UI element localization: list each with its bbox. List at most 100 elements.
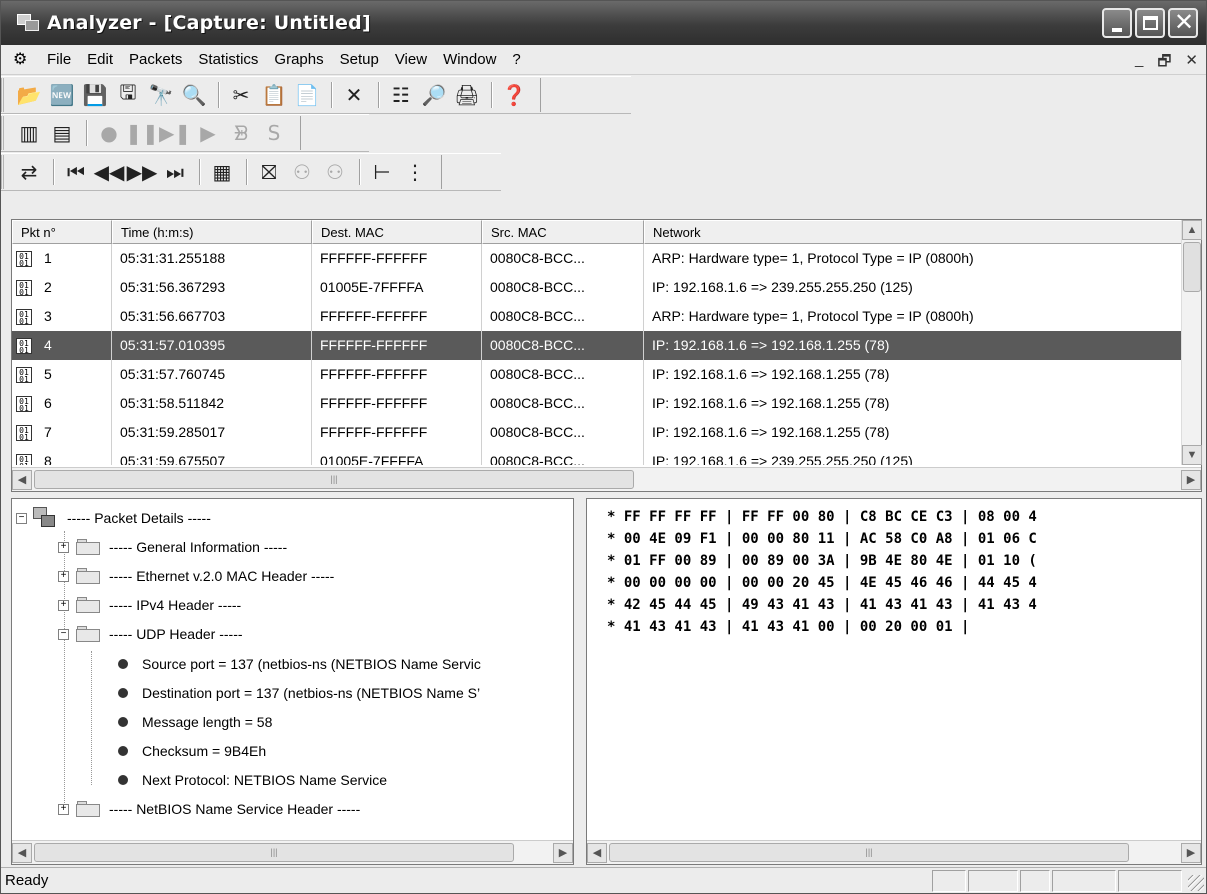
- tree-node-udp-header[interactable]: − ----- UDP Header -----: [58, 623, 243, 645]
- cut-icon[interactable]: ✂: [226, 81, 256, 109]
- tree-expand-icon[interactable]: ⊢: [367, 158, 397, 186]
- collapse-toggle-icon[interactable]: −: [16, 512, 27, 524]
- expand-toggle-icon[interactable]: +: [58, 599, 69, 611]
- print-preview-icon[interactable]: 🔎: [419, 81, 449, 109]
- scroll-right-arrow-icon[interactable]: ▶: [1181, 469, 1201, 490]
- tree-node-netbios-header[interactable]: + ----- NetBIOS Name Service Header ----…: [58, 798, 360, 820]
- table-row[interactable]: 01 01 5 05:31:57.760745 FFFFFF-FFFFFF 0080…: [12, 360, 1182, 389]
- tree-leaf-message-length[interactable]: Message length = 58: [118, 711, 272, 733]
- tree-node-ethernet-header[interactable]: + ----- Ethernet v.2.0 MAC Header -----: [58, 565, 334, 587]
- copy-icon[interactable]: 📋: [259, 81, 289, 109]
- minimize-button[interactable]: [1102, 8, 1132, 38]
- tree-leaf-source-port[interactable]: Source port = 137 (netbios-ns (NETBIOS N…: [118, 653, 481, 675]
- tree-leaf-checksum[interactable]: Checksum = 9B4Eh: [118, 740, 266, 762]
- column-time[interactable]: Time (h:m:s): [112, 220, 312, 244]
- table-row[interactable]: 01 01 3 05:31:56.667703 FFFFFF-FFFFFF 0080…: [12, 302, 1182, 331]
- play-icon[interactable]: ▶: [193, 119, 223, 147]
- scroll-left-arrow-icon[interactable]: ◀: [12, 842, 32, 863]
- hex-dump-pane[interactable]: * FF FF FF FF | FF FF 00 80 | C8 BC CE C…: [586, 498, 1202, 865]
- column-network[interactable]: Network: [644, 220, 1182, 244]
- resize-grip-icon[interactable]: [1188, 875, 1204, 891]
- menu-file[interactable]: File: [39, 51, 79, 68]
- packet-list-horizontal-scrollbar[interactable]: ◀ ||| ▶: [12, 467, 1201, 491]
- scroll-right-arrow-icon[interactable]: ▶: [1181, 842, 1201, 863]
- expand-toggle-icon[interactable]: +: [58, 541, 69, 553]
- step-icon[interactable]: ▶❚: [159, 119, 191, 147]
- column-packet-number[interactable]: Pkt n°: [12, 220, 112, 244]
- save-as-icon[interactable]: 🖫: [113, 80, 143, 109]
- menu-edit[interactable]: Edit: [79, 51, 121, 68]
- table-row[interactable]: 01018 05:31:59.675507 01005E-7FFFFA 0080…: [12, 447, 1182, 465]
- tree-root[interactable]: − ----- Packet Details -----: [16, 507, 211, 529]
- tree-leaf-destination-port[interactable]: Destination port = 137 (netbios-ns (NETB…: [118, 682, 480, 704]
- find-icon[interactable]: 🔭: [146, 81, 176, 109]
- open-folder-icon[interactable]: 📂: [14, 81, 44, 109]
- horizontal-scroll-thumb[interactable]: |||: [34, 470, 634, 489]
- next-packet-icon[interactable]: ▶▶: [127, 158, 158, 186]
- menu-window[interactable]: Window: [435, 51, 504, 68]
- menu-view[interactable]: View: [387, 51, 435, 68]
- horizontal-scroll-thumb[interactable]: |||: [609, 843, 1129, 862]
- capture-options-icon[interactable]: ▤: [47, 119, 77, 147]
- last-packet-icon[interactable]: ⏭: [160, 158, 190, 186]
- hex-horizontal-scrollbar[interactable]: ◀ ||| ▶: [587, 840, 1201, 864]
- properties-icon[interactable]: ☷: [386, 81, 416, 109]
- tree-horizontal-scrollbar[interactable]: ◀ ||| ▶: [12, 840, 573, 864]
- mdi-restore-button[interactable]: 🗗: [1157, 51, 1171, 76]
- first-packet-icon[interactable]: ⏮: [61, 158, 91, 186]
- table-row[interactable]: 01 01 2 05:31:56.367293 01005E-7FFFFA 0080…: [12, 273, 1182, 302]
- table-row[interactable]: 01 01 6 05:31:58.511842 FFFFFF-FFFFFF 0080…: [12, 389, 1182, 418]
- tree-node-ipv4-header[interactable]: + ----- IPv4 Header -----: [58, 594, 241, 616]
- scroll-right-arrow-icon[interactable]: ▶: [553, 842, 573, 863]
- search-next-icon[interactable]: ⚇: [320, 158, 350, 186]
- tree-node-general-information[interactable]: + ----- General Information -----: [58, 536, 287, 558]
- new-capture-icon[interactable]: 🆕: [47, 81, 77, 109]
- column-dest-mac[interactable]: Dest. MAC: [312, 220, 482, 244]
- scroll-down-arrow-icon[interactable]: ▼: [1182, 445, 1202, 465]
- close-button[interactable]: ✕: [1168, 8, 1198, 38]
- scroll-left-arrow-icon[interactable]: ◀: [12, 469, 32, 490]
- expand-toggle-icon[interactable]: +: [58, 570, 69, 582]
- delete-icon[interactable]: ✕: [339, 81, 369, 109]
- packet-list[interactable]: Pkt n° Time (h:m:s) Dest. MAC Src. MAC N…: [11, 219, 1202, 492]
- title-bar[interactable]: Analyzer - [Capture: Untitled] ✕: [1, 1, 1206, 45]
- mdi-close-button[interactable]: ✕: [1185, 51, 1198, 76]
- trigger-icon[interactable]: ᗾ: [226, 119, 256, 147]
- previous-packet-icon[interactable]: ◀◀: [94, 158, 125, 186]
- stop-icon[interactable]: S: [259, 119, 289, 147]
- table-row[interactable]: 01 01 1 05:31:31.255188 FFFFFF-FFFFFF 0080…: [12, 244, 1182, 273]
- menu-packets[interactable]: Packets: [121, 51, 190, 68]
- packet-details-tree[interactable]: − ----- Packet Details ----- + ----- Gen…: [11, 498, 574, 865]
- maximize-button[interactable]: [1135, 8, 1165, 38]
- tree-leaf-next-protocol[interactable]: Next Protocol: NETBIOS Name Service: [118, 769, 387, 791]
- table-row-selected[interactable]: 01 01 4 05:31:57.010395 FFFFFF-FFFFFF 0080…: [12, 331, 1182, 360]
- expand-toggle-icon[interactable]: +: [58, 803, 69, 815]
- save-icon[interactable]: 💾: [80, 81, 110, 109]
- menu-help[interactable]: ?: [504, 51, 528, 68]
- export-icon[interactable]: ⇄: [14, 158, 44, 186]
- pause-icon[interactable]: ❚❚: [125, 119, 159, 147]
- menu-setup[interactable]: Setup: [332, 51, 387, 68]
- help-icon[interactable]: ❓: [499, 81, 529, 109]
- document-icon[interactable]: ⚙: [13, 50, 39, 70]
- collapse-toggle-icon[interactable]: −: [58, 628, 69, 640]
- mdi-minimize-button[interactable]: _: [1135, 51, 1143, 76]
- search-icon[interactable]: ⚇: [287, 158, 317, 186]
- vertical-scroll-thumb[interactable]: [1183, 242, 1201, 292]
- hex-view-icon[interactable]: ▦: [207, 158, 237, 186]
- packet-list-vertical-scrollbar[interactable]: ▲ ▼: [1181, 220, 1202, 465]
- table-row[interactable]: 01 01 7 05:31:59.285017 FFFFFF-FFFFFF 0080…: [12, 418, 1182, 447]
- menu-statistics[interactable]: Statistics: [190, 51, 266, 68]
- record-icon[interactable]: ●: [94, 119, 124, 147]
- horizontal-scroll-thumb[interactable]: |||: [34, 843, 514, 862]
- tree-collapse-icon[interactable]: ⋮: [400, 158, 430, 186]
- column-src-mac[interactable]: Src. MAC: [482, 220, 644, 244]
- filter-icon[interactable]: ⛝: [254, 158, 284, 186]
- paste-icon[interactable]: 📄: [292, 81, 322, 109]
- statistics-icon[interactable]: ▥: [14, 119, 44, 147]
- print-icon[interactable]: 🖨: [452, 81, 482, 109]
- scroll-up-arrow-icon[interactable]: ▲: [1182, 220, 1202, 240]
- scroll-left-arrow-icon[interactable]: ◀: [587, 842, 607, 863]
- menu-graphs[interactable]: Graphs: [266, 51, 331, 68]
- find-next-icon[interactable]: 🔍: [179, 81, 209, 109]
